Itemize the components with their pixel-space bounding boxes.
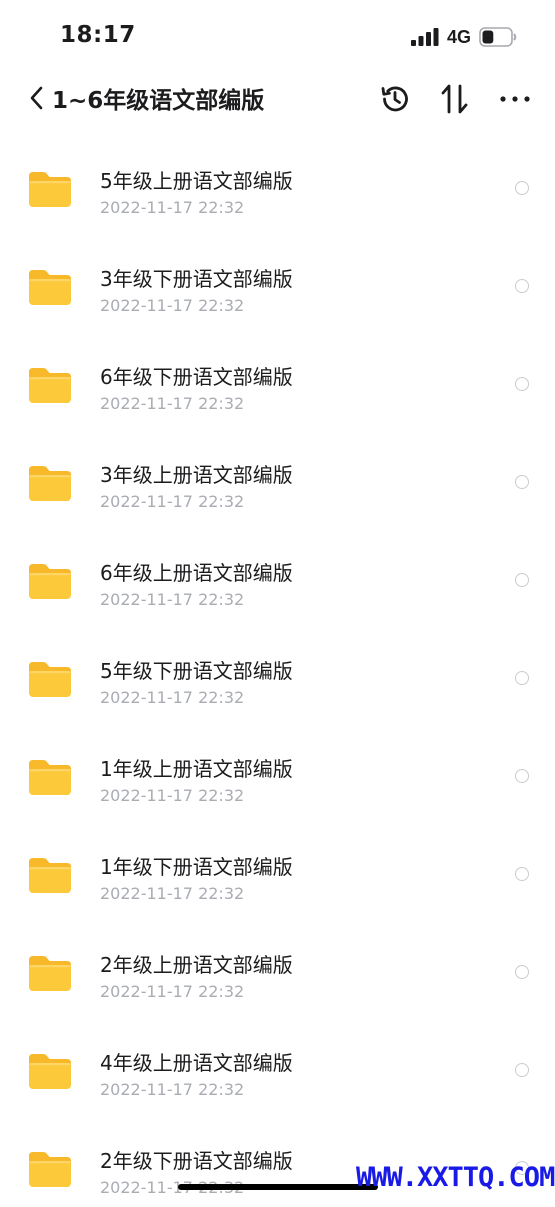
folder-icon [27,561,73,601]
item-name: 2年级上册语文部编版 [100,953,293,977]
status-time: 18:17 [60,22,136,48]
select-radio[interactable] [515,181,529,195]
item-date: 2022-11-17 22:32 [100,394,245,413]
item-date: 2022-11-17 22:32 [100,982,245,1001]
folder-icon [27,757,73,797]
item-date: 2022-11-17 22:32 [100,296,245,315]
more-icon [500,96,530,102]
item-name: 1年级上册语文部编版 [100,757,293,781]
list-item[interactable]: 6年级上册语文部编版 2022-11-17 22:32 [0,521,555,619]
list-item[interactable]: 6年级下册语文部编版 2022-11-17 22:32 [0,325,555,423]
chevron-left-icon [30,86,43,110]
network-type: 4G [446,26,471,47]
item-name: 5年级下册语文部编版 [100,659,293,683]
list-item[interactable]: 3年级下册语文部编版 2022-11-17 22:32 [0,227,555,325]
select-radio[interactable] [515,573,529,587]
select-radio[interactable] [515,965,529,979]
item-name: 3年级下册语文部编版 [100,267,293,291]
item-name: 6年级上册语文部编版 [100,561,293,585]
list-item[interactable]: 4年级上册语文部编版 2022-11-17 22:32 [0,1011,555,1109]
folder-icon [27,1149,73,1189]
select-radio[interactable] [515,279,529,293]
select-radio[interactable] [515,867,529,881]
item-date: 2022-11-17 22:32 [100,1080,245,1099]
folder-icon [27,1051,73,1091]
item-date: 2022-11-17 22:32 [100,884,245,903]
status-indicators: 4G [410,26,517,48]
item-name: 2年级下册语文部编版 [100,1149,293,1173]
list-item[interactable]: 5年级下册语文部编版 2022-11-17 22:32 [0,619,555,717]
history-icon [381,86,408,112]
folder-icon [27,463,73,503]
item-date: 2022-11-17 22:32 [100,688,245,707]
item-date: 2022-11-17 22:32 [100,786,245,805]
list-item[interactable]: 3年级上册语文部编版 2022-11-17 22:32 [0,423,555,521]
more-button[interactable] [498,82,532,116]
select-radio[interactable] [515,475,529,489]
cellular-signal-icon [410,28,439,46]
history-button[interactable] [378,82,412,116]
item-name: 3年级上册语文部编版 [100,463,293,487]
item-name: 4年级上册语文部编版 [100,1051,293,1075]
folder-icon [27,267,73,307]
folder-icon [27,953,73,993]
item-date: 2022-11-17 22:32 [100,492,245,511]
select-radio[interactable] [515,671,529,685]
list-item[interactable]: 1年级上册语文部编版 2022-11-17 22:32 [0,717,555,815]
select-radio[interactable] [515,1063,529,1077]
back-button[interactable]: 1~6年级语文部编版 [28,80,264,116]
list-item[interactable]: 1年级下册语文部编版 2022-11-17 22:32 [0,815,555,913]
item-date: 2022-11-17 22:32 [100,590,245,609]
folder-icon [27,659,73,699]
item-date: 2022-11-17 22:32 [100,198,245,217]
battery-icon [479,27,517,47]
list-item[interactable]: 5年级上册语文部编版 2022-11-17 22:32 [0,129,555,227]
home-indicator [178,1184,378,1190]
folder-icon [27,169,73,209]
status-bar: 18:17 4G [0,0,555,70]
watermark: WWW.XXTTQ.COM [356,1162,555,1193]
item-name: 5年级上册语文部编版 [100,169,293,193]
sort-icon [441,84,468,114]
folder-icon [27,365,73,405]
folder-list: 5年级上册语文部编版 2022-11-17 22:32 3年级下册语文部编版 2… [0,129,555,1207]
list-item[interactable]: 2年级上册语文部编版 2022-11-17 22:32 [0,913,555,1011]
folder-icon [27,855,73,895]
item-name: 1年级下册语文部编版 [100,855,293,879]
select-radio[interactable] [515,769,529,783]
item-name: 6年级下册语文部编版 [100,365,293,389]
sort-button[interactable] [438,82,472,116]
select-radio[interactable] [515,377,529,391]
page-title: 1~6年级语文部编版 [52,88,265,114]
nav-bar: 1~6年级语文部编版 [0,70,555,128]
